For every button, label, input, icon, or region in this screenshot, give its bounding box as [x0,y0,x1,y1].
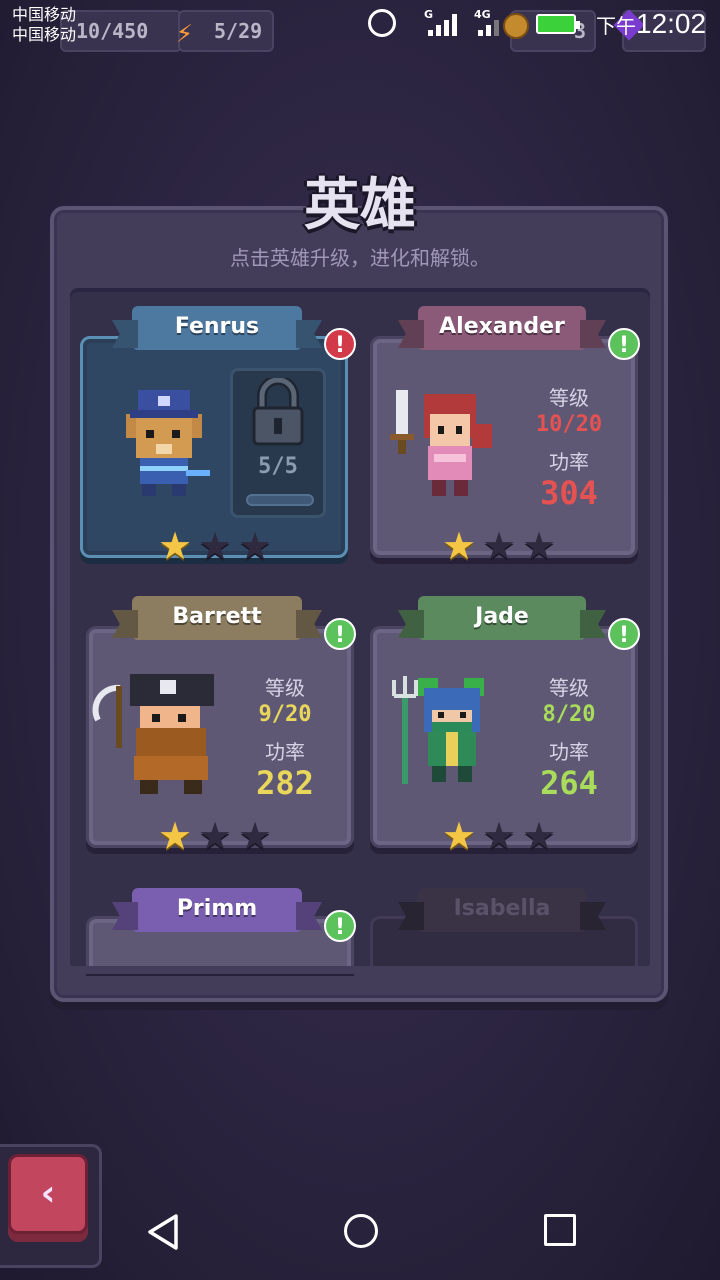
star-icon: ★ [522,814,557,858]
clock: 下午12:02 [596,8,706,40]
star-rating: ★ ★ ★ [158,526,278,566]
alarm-icon [368,9,396,37]
energy-value: 5/29 [214,19,263,43]
upgrade-badge: ! [324,618,356,650]
clock-ampm: 下午 [596,16,636,38]
star-icon: ★ [198,524,233,568]
page-subtitle: 点击英雄升级，进化和解锁。 [230,246,490,270]
fenrus-progress-bar [246,494,314,506]
star-icon: ★ [482,524,517,568]
power-label: 功率 [549,740,589,764]
energy-counter[interactable]: ⚡ 5/29 [176,10,274,52]
jade-portrait [388,676,498,800]
lock-icon [250,375,306,452]
hero-level: 9/20 [258,702,312,727]
hero-power: 264 [540,764,598,802]
signal-icon-1 [428,14,458,36]
hero-name-banner: Jade [418,596,586,640]
nav-home-icon[interactable] [344,1214,378,1248]
carrier-label-1: 中国移动 [12,5,77,24]
page-title: 英雄 [304,173,416,238]
hero-power: 282 [256,764,314,802]
nav-recent-apps-icon[interactable] [544,1214,576,1246]
star-icon: ★ [442,524,477,568]
fenrus-portrait [112,384,216,508]
star-icon: ★ [158,814,193,858]
power-label: 功率 [549,450,589,474]
hearts-counter[interactable]: 10/450 [60,10,182,52]
navigation-bar [0,1186,720,1280]
hero-name-banner: Isabella [418,888,586,932]
level-label: 等级 [265,676,305,700]
hero-level: 10/20 [535,412,603,437]
star-rating: ★ ★ ★ [158,816,278,856]
upgrade-badge: ! [608,328,640,360]
hero-name-banner: Primm [132,888,302,932]
alexander-portrait [388,384,498,508]
hero-name-banner: Alexander [418,306,586,350]
fenrus-shard-count: 5/5 [258,454,298,479]
star-icon: ★ [522,524,557,568]
star-icon: ★ [238,814,273,858]
coin-icon [503,13,529,39]
level-label: 等级 [549,386,589,410]
carrier-label-2: 中国移动 [12,25,77,44]
level-label: 等级 [549,676,589,700]
hearts-value: 10/450 [76,19,149,43]
star-icon: ★ [482,814,517,858]
hero-level: 8/20 [542,702,596,727]
battery-icon [536,14,580,34]
barrett-portrait [90,670,230,804]
hero-name-banner: Barrett [132,596,302,640]
status-bar: 10/450 ⚡ 5/29 中国移动 中国移动 G 4G 3 下午12:02 [0,0,720,52]
star-icon: ★ [442,814,477,858]
lightning-icon: ⚡ [176,16,193,49]
upgrade-badge: ! [608,618,640,650]
star-icon: ★ [238,524,273,568]
hero-power: 304 [540,474,598,512]
power-label: 功率 [265,740,305,764]
star-rating: ★ ★ ★ [442,526,562,566]
clock-time: 12:02 [636,8,707,39]
upgrade-badge: ! [324,910,356,942]
hero-name-banner: Fenrus [132,306,302,350]
panel-edge [70,966,650,974]
alert-badge: ! [324,328,356,360]
nav-back-icon[interactable] [144,1212,184,1252]
star-icon: ★ [158,524,193,568]
star-icon: ★ [198,814,233,858]
star-rating: ★ ★ ★ [442,816,562,856]
